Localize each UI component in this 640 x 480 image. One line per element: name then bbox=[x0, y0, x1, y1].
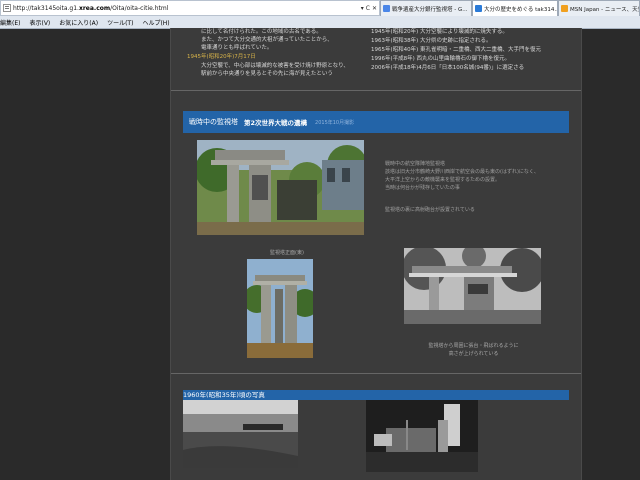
address-bar[interactable]: http://tak3145oita.g1.xrea.com/Oita/oita… bbox=[0, 0, 380, 16]
section-date: 2015年10月撮影 bbox=[315, 119, 355, 126]
intro-line-4: 大分空襲で、中心部は壊滅的な被害を受け焼け野原となり、 bbox=[201, 63, 349, 69]
tab-favicon-icon bbox=[561, 5, 568, 12]
menu-bar: 編集(E) 表示(V) お気に入り(A) ツール(T) ヘルプ(H) bbox=[0, 16, 640, 28]
section-title-1960: 1960年(昭和35年)頃の写真 bbox=[183, 391, 265, 399]
caption-front: 監視塔正面(東) bbox=[270, 250, 304, 256]
intro-line-1: に比して名付けられた。この地域の古名である。 bbox=[201, 29, 322, 35]
watchtower-note-4: 当時は何台かが残存していたの事 bbox=[385, 185, 460, 191]
section-divider bbox=[171, 90, 581, 91]
intro-line-5: 駅前から中央通りを見るとその先に海が見えたという bbox=[201, 71, 333, 77]
tab-label: MSN Japan - ニュース、天気 bbox=[570, 6, 640, 13]
tab-2-active[interactable]: 大分の歴史をめぐる tak314... ✕ bbox=[472, 0, 558, 16]
history-line-4: 1996年(平成8年) 西丸の山里曲輪櫓石の御下櫓を復元。 bbox=[371, 56, 511, 62]
history-line-3: 1965年(昭和40年) 東孔雀明暗・二重橋、西大二重橋、大手門を復元 bbox=[371, 47, 542, 53]
watchtower-photo-main bbox=[197, 140, 364, 235]
air-raid-date: 1945年(昭和20年)7月17日 bbox=[187, 54, 256, 60]
history-line-1: 1945年(昭和20年) 大分空襲により壊滅的に焼失する。 bbox=[371, 29, 508, 35]
caption-right-2: 高さが上げられている bbox=[448, 351, 499, 357]
menu-view[interactable]: 表示(V) bbox=[29, 18, 50, 27]
watchtower-photo-front bbox=[247, 259, 313, 358]
menu-help[interactable]: ヘルプ(H) bbox=[142, 18, 169, 27]
photo-1960-left bbox=[183, 400, 298, 468]
tab-favicon-icon bbox=[383, 5, 390, 12]
menu-edit[interactable]: 編集(E) bbox=[0, 18, 20, 27]
caption-right-1: 監視塔から周囲に張台・飛ばれるように bbox=[428, 343, 519, 349]
menu-favorites[interactable]: お気に入り(A) bbox=[59, 18, 98, 27]
intro-line-2: また、かつて大分交通的大祖が通っていたことから、 bbox=[201, 37, 333, 43]
tab-3[interactable]: MSN Japan - ニュース、天気 bbox=[558, 0, 640, 16]
section-divider-2 bbox=[171, 373, 581, 374]
stop-icon[interactable]: ✕ bbox=[372, 5, 377, 12]
refresh-icon[interactable]: C bbox=[366, 5, 370, 12]
url-domain: xrea.com bbox=[78, 4, 111, 12]
watchtower-note-6: 監視塔の裏に高射砲台が設置されている bbox=[385, 207, 475, 213]
url-prefix: http://tak3145oita.g1. bbox=[13, 4, 79, 12]
section-title: 戦時中の監視塔 bbox=[189, 118, 238, 126]
photo-1960-right bbox=[366, 400, 478, 472]
page-favicon-icon bbox=[3, 4, 11, 12]
url-text[interactable]: http://tak3145oita.g1.xrea.com/Oita/oita… bbox=[13, 5, 361, 12]
watchtower-note-3: 大平洋上空からの敵機襲来を監視するための設置。 bbox=[385, 177, 501, 183]
history-line-2: 1963年(昭和38年) 大分県の史跡に指定される。 bbox=[371, 38, 492, 44]
tab-strip: 戦争遺産大分銀行監視塔 - G... 大分の歴史をめぐる tak314... ✕… bbox=[380, 0, 640, 16]
url-suffix: /Oita/oita-citie.html bbox=[110, 4, 169, 12]
history-line-5: 2006年(平成18年)4月6日「日本100名城(94番)」に選定さる bbox=[371, 65, 525, 71]
watchtower-photo-bw bbox=[404, 248, 541, 324]
section-header-watchtower: 戦時中の監視塔 第2次世界大戦の遺構 2015年10月撮影 bbox=[183, 111, 569, 133]
browser-chrome: http://tak3145oita.g1.xrea.com/Oita/oita… bbox=[0, 0, 640, 29]
tab-label: 戦争遺産大分銀行監視塔 - G... bbox=[392, 6, 468, 13]
tab-favicon-icon bbox=[475, 5, 482, 12]
watchtower-note-1: 戦時中の航空隊陣地監視塔 bbox=[385, 161, 446, 167]
tab-1[interactable]: 戦争遺産大分銀行監視塔 - G... bbox=[380, 0, 472, 16]
page-content: に比して名付けられた。この地域の古名である。 また、かつて大分交通的大祖が通って… bbox=[170, 28, 582, 480]
tab-label: 大分の歴史をめぐる tak314... bbox=[484, 6, 558, 13]
section-header-1960: 1960年(昭和35年)頃の写真 bbox=[183, 390, 569, 400]
address-dropdown-icon[interactable]: ▾ bbox=[361, 5, 364, 12]
watchtower-note-2: 該塔は旧大分市鶴崎大野川西岸で航空会の最も東の(はずれ)になく、 bbox=[385, 169, 539, 175]
intro-line-3: 電車通りとも呼ばれていた。 bbox=[201, 45, 273, 51]
menu-tools[interactable]: ツール(T) bbox=[107, 18, 133, 27]
section-subtitle: 第2次世界大戦の遺構 bbox=[244, 119, 308, 127]
